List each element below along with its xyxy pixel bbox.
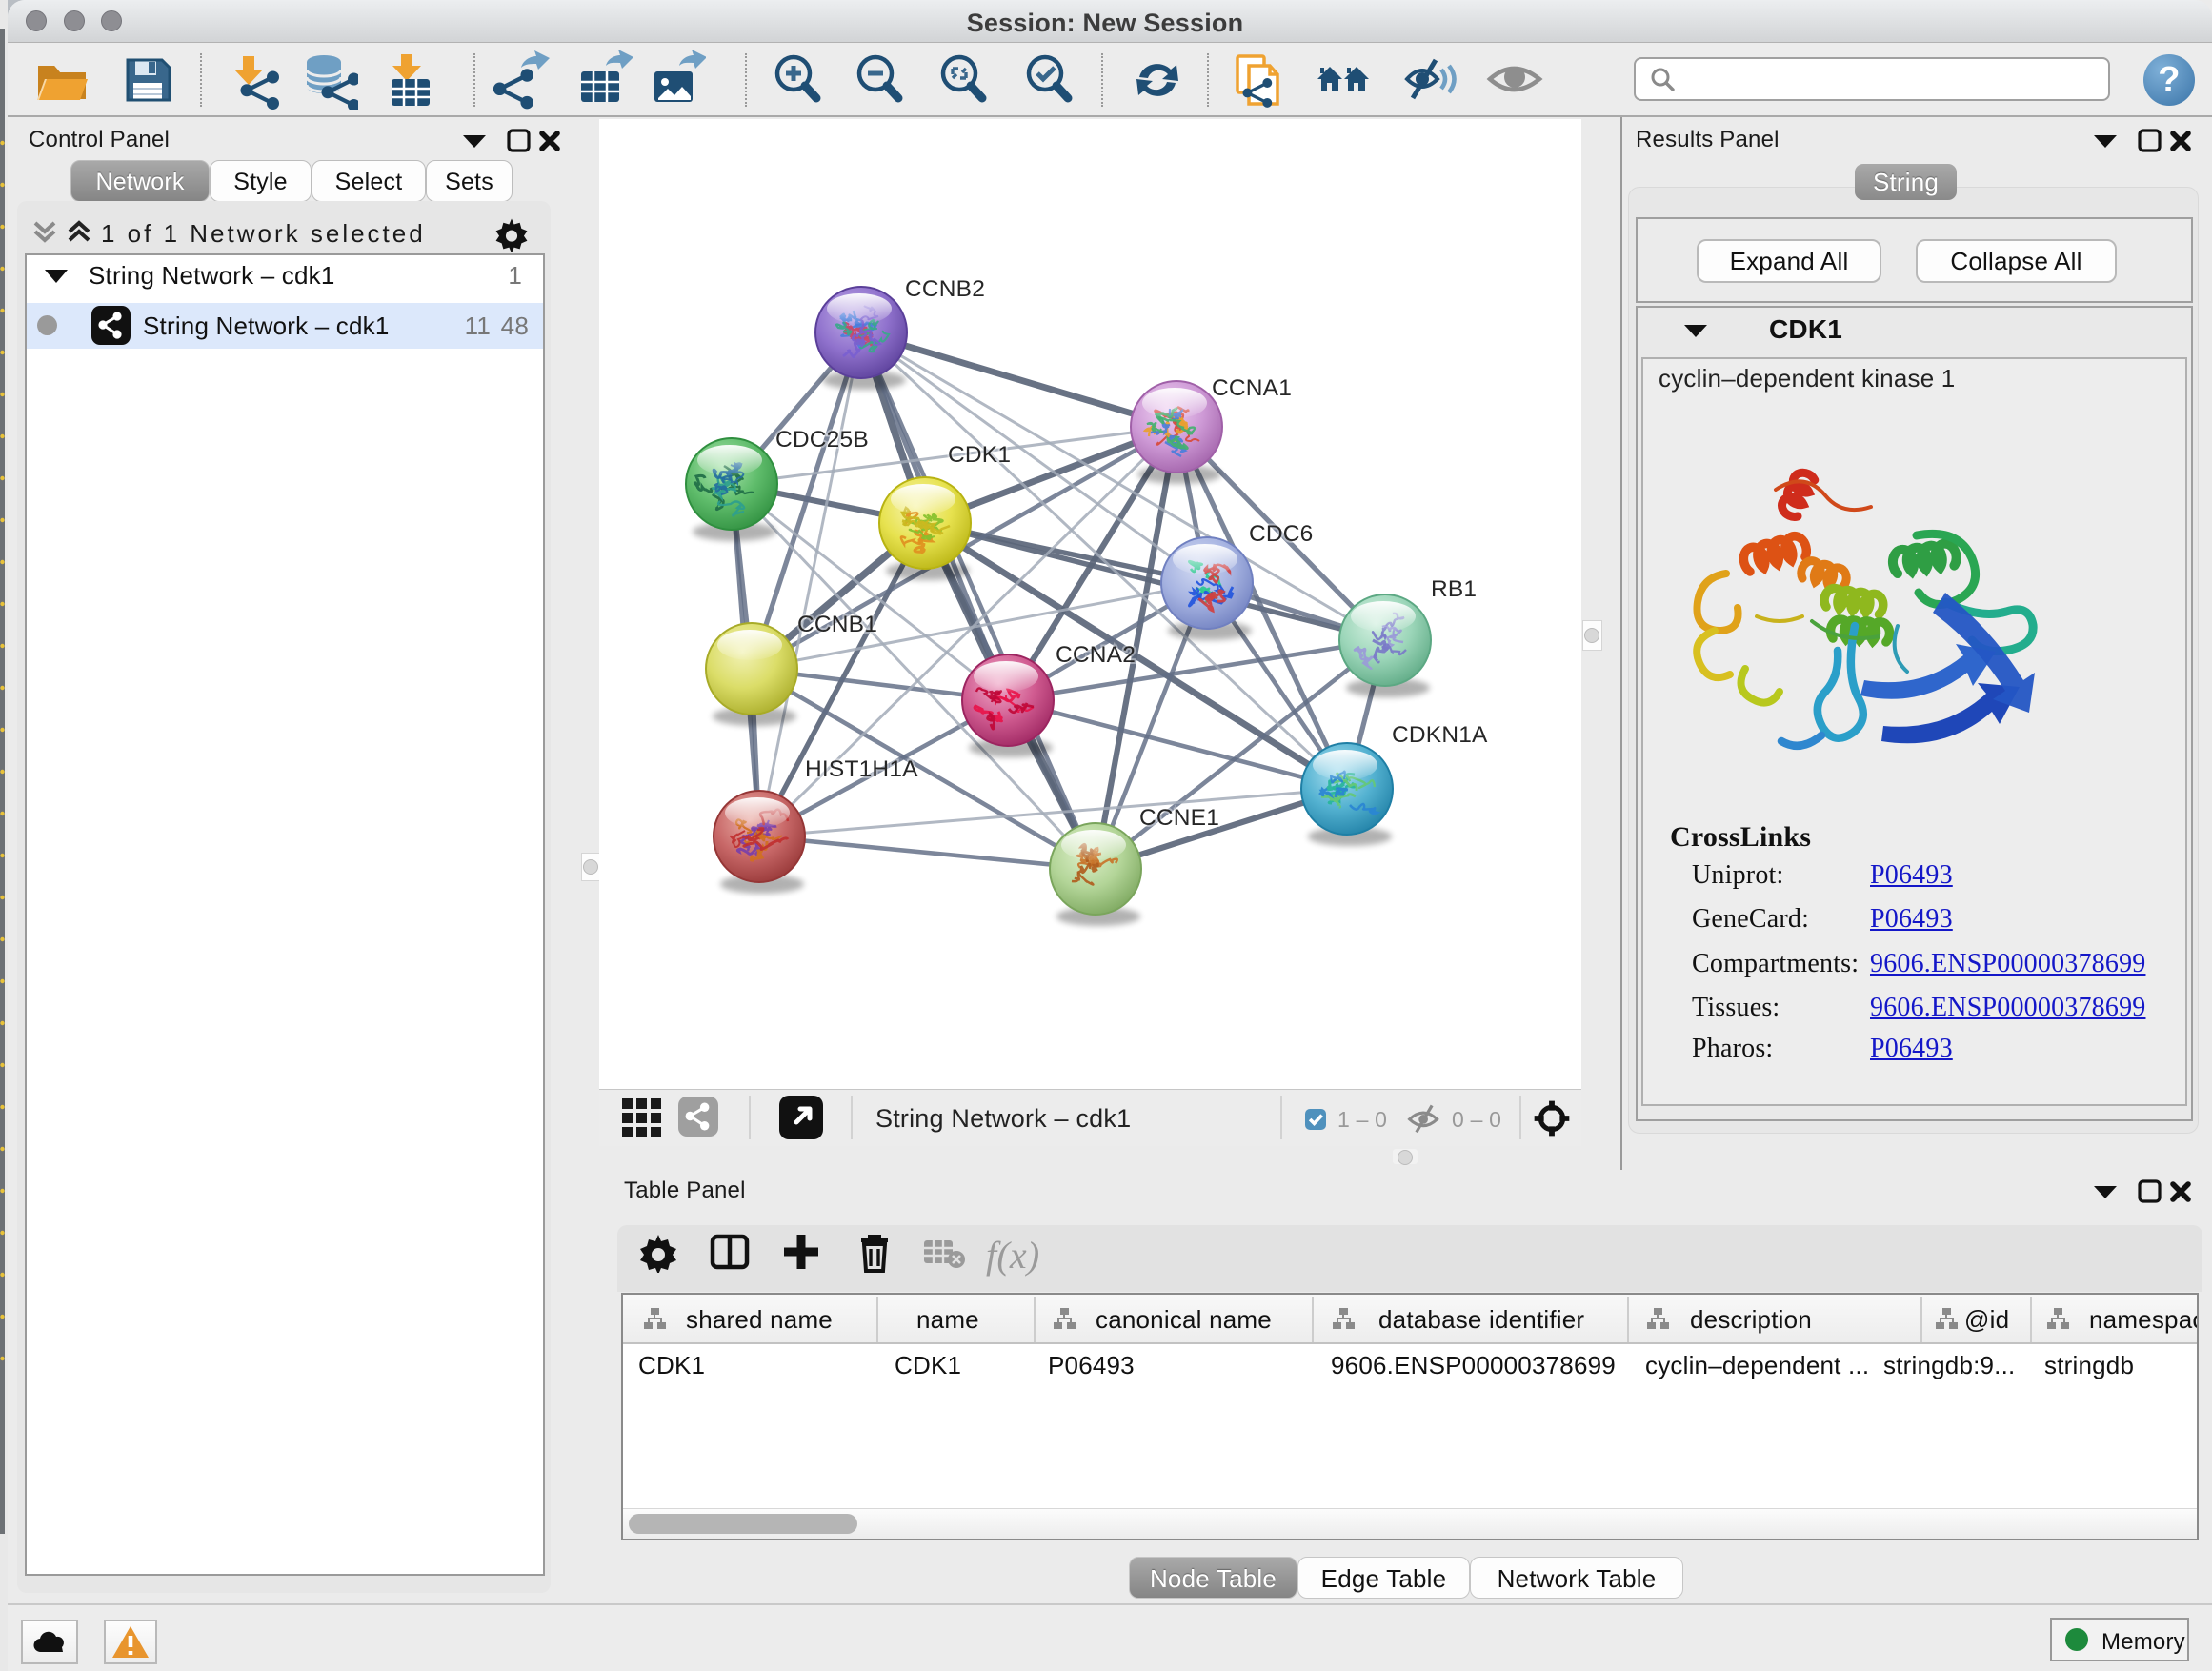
svg-text:CCNE1: CCNE1 [1139, 805, 1219, 831]
svg-text:CDC6: CDC6 [1249, 521, 1314, 547]
svg-text:CCNB1: CCNB1 [797, 612, 877, 637]
svg-text:CDK1: CDK1 [948, 442, 1011, 468]
svg-text:CCNA1: CCNA1 [1212, 375, 1292, 401]
svg-text:CCNB2: CCNB2 [905, 276, 985, 302]
svg-text:CDKN1A: CDKN1A [1392, 722, 1488, 748]
svg-text:RB1: RB1 [1431, 576, 1477, 602]
svg-text:CDC25B: CDC25B [775, 427, 869, 453]
svg-text:CCNA2: CCNA2 [1056, 642, 1136, 668]
svg-text:HIST1H1A: HIST1H1A [805, 756, 918, 782]
